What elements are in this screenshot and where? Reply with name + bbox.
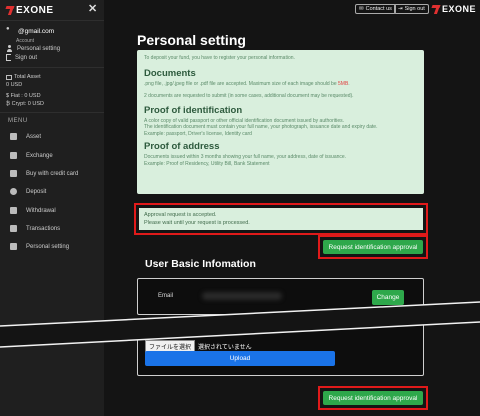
- approval-line-2: Please wait until your request is proces…: [144, 220, 250, 226]
- asset-breakdown: $ Fiat : 0 USD ₿ Crypt: 0 USD: [6, 92, 44, 108]
- settings-icon: [10, 243, 17, 250]
- menu-item-label: Transactions: [26, 225, 61, 232]
- menu-item-deposit[interactable]: Deposit: [10, 188, 46, 195]
- menu-item-asset[interactable]: Asset: [10, 133, 41, 140]
- documents-heading: Documents: [144, 67, 196, 79]
- withdrawal-icon: [10, 207, 17, 214]
- brand-mark-icon: [6, 5, 14, 15]
- info-panel: To deposit your fund, you have to regist…: [137, 50, 424, 194]
- sidebar-link-label: Sign out: [15, 54, 38, 61]
- sign-out-button[interactable]: ⇥ Sign out: [394, 4, 429, 14]
- email-value-redacted: [202, 292, 282, 300]
- page-title: Personal setting: [137, 32, 246, 48]
- menu-item-transactions[interactable]: Transactions: [10, 225, 60, 232]
- total-asset-label: Total Asset: [14, 74, 41, 80]
- request-approval-highlight: Request identification approval: [318, 386, 428, 410]
- credit-card-icon: [10, 170, 17, 177]
- deposit-icon: [10, 188, 17, 195]
- menu-item-label: Deposit: [26, 188, 47, 195]
- menu-item-label: Withdrawal: [26, 207, 56, 214]
- account-email: @gmail.com: [18, 28, 55, 35]
- menu-item-exchange[interactable]: Exchange: [10, 152, 53, 159]
- poi-heading: Proof of identification: [144, 104, 243, 116]
- email-label: Email: [158, 293, 174, 299]
- request-approval-highlight: Request identification approval: [318, 235, 428, 259]
- total-asset-value: 0 USD: [6, 82, 23, 88]
- basic-info-title: User Basic Infomation: [145, 258, 256, 270]
- brand-mark-icon: [432, 4, 440, 14]
- menu-item-label: Asset: [26, 133, 42, 140]
- brand-name: EXONE: [442, 4, 477, 14]
- poa-heading: Proof of address: [144, 141, 220, 152]
- menu-item-personal-setting[interactable]: Personal setting: [10, 243, 69, 250]
- approval-status-highlight: Approval request is accepted. Please wai…: [134, 203, 428, 235]
- sidebar: EXONE ✕ ● @gmail.com Account Personal se…: [0, 0, 104, 416]
- wallet-icon: [6, 74, 12, 80]
- top-logo[interactable]: EXONE: [432, 4, 476, 14]
- email-card: Email Change: [137, 278, 424, 315]
- brand-name: EXONE: [16, 4, 54, 16]
- sidebar-logo[interactable]: EXONE: [6, 4, 54, 16]
- request-approval-button[interactable]: Request identification approval: [323, 391, 423, 405]
- divider: [0, 20, 104, 21]
- menu-item-label: Buy with credit card: [26, 170, 79, 177]
- signout-icon: [6, 54, 11, 61]
- file-status: 選択されていません: [198, 345, 252, 351]
- person-icon: [6, 45, 13, 52]
- poi-line-3: Example: passport, Driver's license, Ide…: [144, 130, 252, 137]
- menu-item-label: Personal setting: [26, 243, 70, 250]
- divider: [0, 112, 104, 113]
- asset-icon: [10, 133, 17, 140]
- mail-icon: ✉: [359, 6, 364, 12]
- poa-line-2: Example: Proof of Residency, Utility Bil…: [144, 160, 270, 167]
- menu-title: MENU: [8, 118, 28, 124]
- approval-status: Approval request is accepted. Please wai…: [139, 208, 423, 230]
- upload-button[interactable]: Upload: [145, 351, 335, 366]
- menu-item-label: Exchange: [26, 152, 53, 159]
- exchange-icon: [10, 152, 17, 159]
- sign-out-label: Sign out: [404, 6, 425, 12]
- divider: [0, 67, 104, 68]
- change-email-button[interactable]: Change: [372, 290, 404, 305]
- sidebar-link-personal-setting[interactable]: Personal setting: [6, 45, 60, 52]
- documents-text: .: [348, 80, 350, 87]
- account-label: Account: [16, 38, 35, 44]
- fiat-asset: $ Fiat : 0 USD: [6, 93, 41, 99]
- sidebar-link-label: Personal setting: [17, 45, 61, 52]
- approval-line-1: Approval request is accepted.: [144, 212, 217, 218]
- menu-item-buy-credit-card[interactable]: Buy with credit card: [10, 170, 78, 177]
- signout-icon: ⇥: [398, 6, 403, 12]
- documents-line-1: .png file, .jpg/.jpeg file or .pdf file …: [144, 81, 417, 88]
- documents-text: .png file, .jpg/.jpeg file or .pdf file …: [144, 80, 338, 87]
- account-icon: ●: [6, 26, 10, 32]
- contact-us-button[interactable]: ✉ Contact us: [355, 4, 396, 14]
- contact-us-label: Contact us: [365, 6, 392, 12]
- request-approval-button[interactable]: Request identification approval: [323, 240, 423, 254]
- max-size: 5MB: [338, 80, 349, 87]
- crypt-asset: ₿ Crypt: 0 USD: [6, 101, 44, 107]
- menu-item-withdrawal[interactable]: Withdrawal: [10, 207, 56, 214]
- sidebar-link-sign-out[interactable]: Sign out: [6, 54, 37, 61]
- documents-line-2: 2 documents are requested to submit (in …: [144, 93, 354, 99]
- total-asset: Total Asset 0 USD: [6, 73, 41, 89]
- info-intro: To deposit your fund, you have to regist…: [144, 55, 295, 61]
- poi-line-2: The identification document must contain…: [144, 124, 378, 130]
- transactions-icon: [10, 225, 17, 232]
- close-icon[interactable]: ✕: [88, 2, 97, 15]
